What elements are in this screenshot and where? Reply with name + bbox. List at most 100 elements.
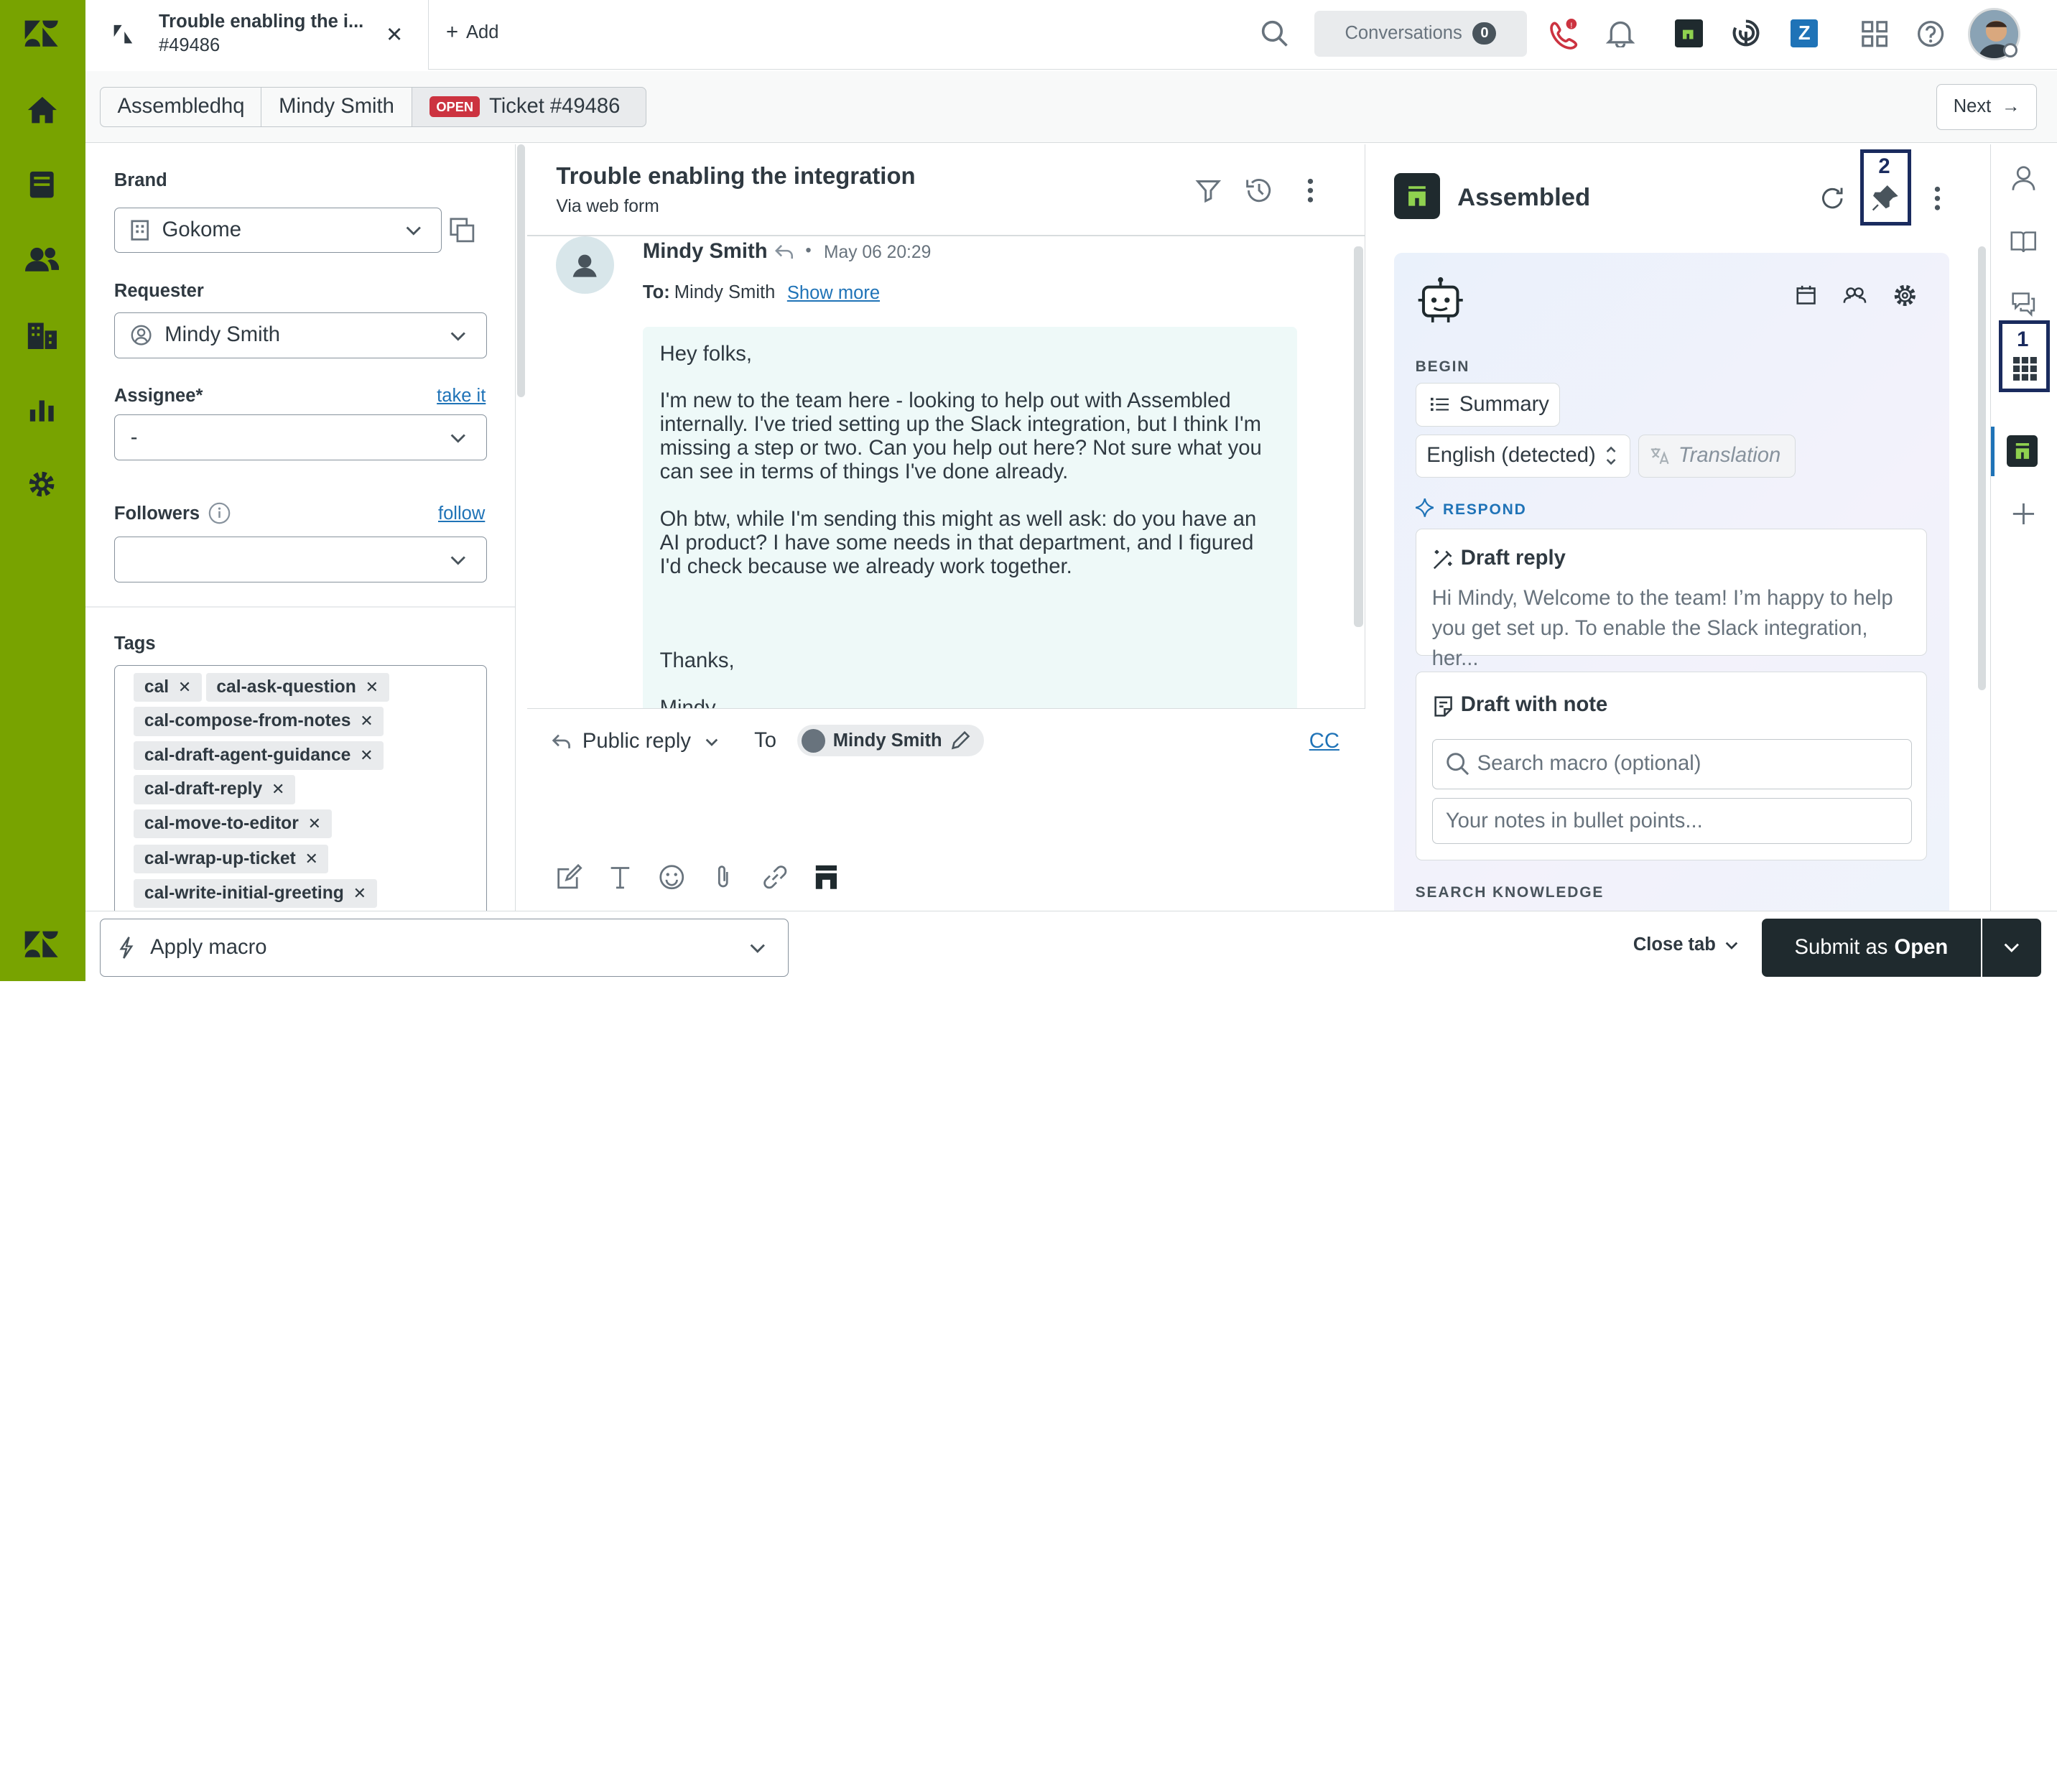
brand-select[interactable]: Gokome	[113, 207, 442, 254]
app-more-options-icon[interactable]	[1933, 185, 1941, 212]
assembled-composer-icon[interactable]	[814, 864, 838, 891]
show-more-link[interactable]: Show more	[787, 283, 880, 304]
calendar-icon[interactable]	[1796, 284, 1816, 305]
reporting-icon[interactable]	[24, 391, 60, 427]
tag-chip[interactable]: cal-ask-question ✕	[205, 672, 389, 702]
tag-chip[interactable]: cal-draft-agent-guidance ✕	[134, 741, 384, 771]
help-icon[interactable]	[1916, 19, 1945, 48]
search-icon	[1446, 752, 1469, 776]
add-app-plus-icon[interactable]	[2012, 502, 2035, 526]
refresh-icon[interactable]	[1819, 185, 1846, 212]
note-icon	[1433, 696, 1454, 717]
history-icon[interactable]	[1245, 176, 1273, 205]
breadcrumb-requester[interactable]: Mindy Smith	[261, 86, 415, 128]
apps-grid-icon[interactable]	[2012, 356, 2037, 381]
notes-input[interactable]: Your notes in bullet points...	[1431, 798, 1913, 845]
scrollbar-thumb[interactable]	[516, 144, 525, 398]
cc-link[interactable]: CC	[1309, 730, 1339, 753]
tags-label: Tags	[113, 633, 156, 654]
recipient-chip[interactable]: Mindy Smith	[797, 725, 985, 756]
requester-select[interactable]: Mindy Smith	[113, 312, 487, 358]
knowledge-book-icon[interactable]	[2010, 230, 2037, 254]
language-select[interactable]: English (detected)	[1415, 434, 1631, 478]
reply-arrow-icon	[551, 733, 572, 751]
remove-tag-icon[interactable]: ✕	[353, 884, 366, 903]
home-icon[interactable]	[24, 92, 60, 129]
left-panel-scrollbar[interactable]	[515, 144, 528, 911]
close-tab-select[interactable]: Close tab	[1633, 934, 1740, 955]
reply-mode-label: Public reply	[582, 730, 691, 753]
submit-options-button[interactable]	[1982, 919, 2041, 977]
organizations-icon[interactable]	[24, 316, 60, 353]
add-tab-button[interactable]: + Add	[446, 21, 499, 45]
assembled-app-icon[interactable]	[1675, 19, 1703, 47]
remove-tag-icon[interactable]: ✕	[305, 850, 318, 868]
remove-tag-icon[interactable]: ✕	[271, 780, 284, 799]
assignee-select[interactable]: -	[113, 414, 487, 461]
next-ticket-button[interactable]: Next →	[1936, 83, 2038, 130]
customers-icon[interactable]	[24, 241, 60, 278]
tag-chip[interactable]: cal-compose-from-notes ✕	[134, 707, 384, 736]
breadcrumb-organization[interactable]: Assembledhq	[99, 86, 264, 128]
chevron-down-icon	[449, 553, 468, 566]
summary-button[interactable]: Summary	[1415, 383, 1560, 427]
z-app-icon[interactable]: Z	[1791, 19, 1819, 47]
ticket-tab[interactable]: Trouble enabling the i... #49486 ✕	[85, 0, 429, 70]
copy-icon[interactable]	[450, 218, 476, 244]
message-body: Hey folks, I'm new to the team here - lo…	[642, 326, 1298, 720]
remove-tag-icon[interactable]: ✕	[178, 678, 191, 697]
more-options-icon[interactable]	[1306, 177, 1314, 204]
pencil-edit-icon[interactable]	[950, 730, 971, 751]
pin-icon[interactable]	[1870, 184, 1899, 213]
followers-select[interactable]	[113, 536, 487, 582]
notifications-bell-icon[interactable]	[1605, 19, 1635, 47]
link-icon[interactable]	[762, 864, 789, 891]
take-it-link[interactable]: take it	[437, 386, 486, 407]
submit-prefix: Submit as	[1794, 936, 1888, 960]
reply-mode-select[interactable]: Public reply	[551, 730, 720, 753]
breadcrumb-ticket[interactable]: OPEN Ticket #49486	[412, 86, 647, 128]
info-icon[interactable]	[208, 502, 231, 524]
settings-gear-icon[interactable]	[1893, 283, 1918, 308]
remove-tag-icon[interactable]: ✕	[360, 746, 373, 765]
text-format-icon[interactable]	[608, 864, 632, 891]
remove-tag-icon[interactable]: ✕	[366, 678, 379, 697]
remove-tag-icon[interactable]: ✕	[308, 814, 321, 833]
translation-button[interactable]: Translation	[1638, 434, 1796, 478]
assembled-logo	[1394, 173, 1441, 219]
follow-link[interactable]: follow	[438, 503, 485, 524]
author-name[interactable]: Mindy Smith	[643, 240, 768, 264]
user-profile-icon[interactable]	[2012, 165, 2035, 192]
submit-button[interactable]: Submit as Open	[1761, 919, 1981, 977]
annotation-number: 2	[1878, 154, 1890, 178]
team-icon[interactable]	[1843, 284, 1867, 305]
tag-chip[interactable]: cal-write-initial-greeting ✕	[134, 878, 377, 908]
app-panel-scrollbar[interactable]	[1978, 246, 1987, 690]
talk-phone-icon[interactable]: !	[1548, 18, 1579, 50]
tag-chip[interactable]: cal-wrap-up-ticket ✕	[134, 845, 329, 874]
close-tab-icon[interactable]: ✕	[386, 22, 403, 47]
emoji-icon[interactable]	[659, 864, 685, 891]
compose-edit-icon[interactable]	[556, 863, 582, 891]
apply-macro-select[interactable]: Apply macro	[99, 919, 789, 977]
search-macro-input[interactable]: Search macro (optional)	[1431, 739, 1913, 789]
remove-tag-icon[interactable]: ✕	[360, 712, 373, 730]
filter-icon[interactable]	[1195, 177, 1222, 204]
tag-chip[interactable]: cal ✕	[134, 672, 202, 702]
tag-chip[interactable]: cal-draft-reply ✕	[134, 775, 295, 804]
zendesk-product-icon[interactable]	[24, 926, 60, 962]
assembled-rail-icon[interactable]	[2006, 435, 2038, 468]
conversation-scrollbar[interactable]	[1353, 246, 1363, 627]
views-icon[interactable]	[24, 167, 60, 203]
product-tray-grid-icon[interactable]	[1861, 21, 1888, 47]
draft-reply-card[interactable]: Draft reply Hi Mindy, Welcome to the tea…	[1415, 529, 1927, 670]
integration-logo-icon[interactable]	[1730, 17, 1762, 49]
admin-gear-icon[interactable]	[24, 465, 60, 502]
conversations-button[interactable]: Conversations 0	[1314, 10, 1527, 57]
chevron-down-icon	[704, 737, 720, 748]
search-icon[interactable]	[1260, 19, 1289, 48]
zendesk-logo-icon[interactable]	[24, 16, 60, 52]
attachment-icon[interactable]	[714, 864, 733, 891]
chat-bubbles-icon[interactable]	[2010, 291, 2037, 317]
tag-chip[interactable]: cal-move-to-editor ✕	[134, 809, 332, 839]
